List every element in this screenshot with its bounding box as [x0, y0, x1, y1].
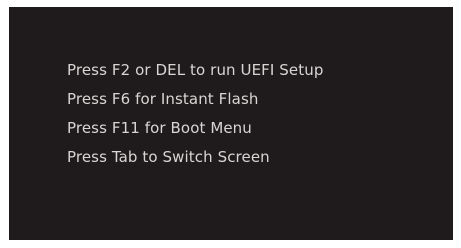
instant-flash-prompt: Press F6 for Instant Flash — [67, 90, 259, 108]
uefi-setup-prompt: Press F2 or DEL to run UEFI Setup — [67, 61, 324, 79]
boot-prompt-list: Press F2 or DEL to run UEFI Setup Press … — [67, 63, 323, 179]
boot-screen: Press F2 or DEL to run UEFI Setup Press … — [9, 7, 453, 240]
switch-screen-prompt: Press Tab to Switch Screen — [67, 148, 270, 166]
boot-menu-prompt: Press F11 for Boot Menu — [67, 119, 252, 137]
